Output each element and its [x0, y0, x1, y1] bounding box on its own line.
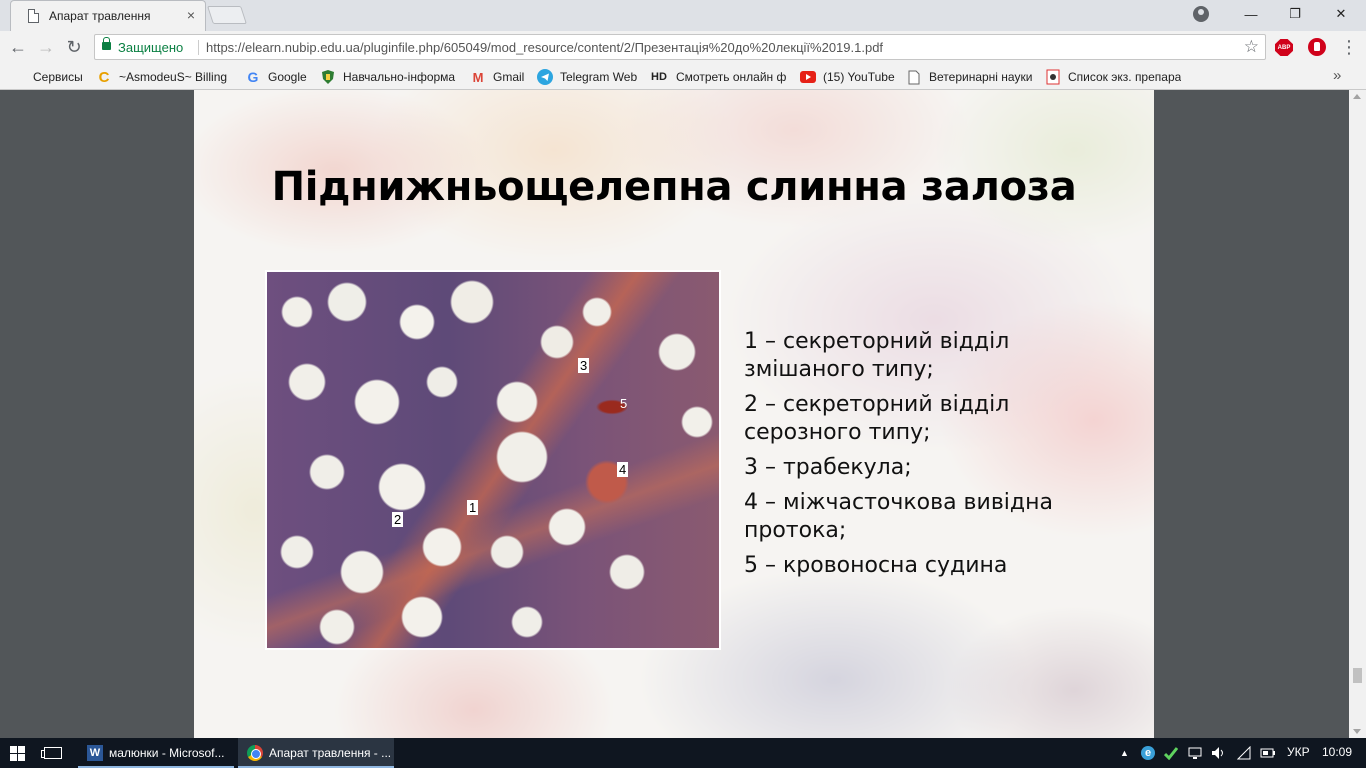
- minimize-button[interactable]: —: [1228, 2, 1274, 26]
- bookmark-label: Навчально-інформа: [343, 70, 456, 84]
- restore-button[interactable]: ❐: [1272, 2, 1318, 26]
- vertical-scrollbar[interactable]: [1349, 90, 1366, 738]
- page-icon: [906, 69, 922, 85]
- bookmark-billing[interactable]: C ~AsmodeuS~ Billing: [96, 68, 232, 86]
- url-text[interactable]: https://elearn.nubip.edu.ua/pluginfile.p…: [206, 40, 883, 55]
- bookmark-label: (15) YouTube: [823, 70, 895, 84]
- volume-icon[interactable]: [1211, 746, 1225, 760]
- clock[interactable]: 10:09: [1322, 745, 1352, 759]
- legend-item: 3 – трабекула;: [744, 455, 912, 480]
- language-indicator[interactable]: УКР: [1287, 745, 1310, 759]
- browser-tab[interactable]: Апарат травлення ×: [10, 0, 206, 31]
- checkmark-tray-icon[interactable]: [1163, 746, 1179, 761]
- shield-icon: [320, 69, 336, 85]
- address-bar[interactable]: Защищено https://elearn.nubip.edu.ua/plu…: [94, 34, 1266, 60]
- bookmarks-more-icon[interactable]: »: [1333, 67, 1341, 84]
- chrome-icon: [247, 745, 263, 761]
- bookmark-label: Google: [268, 70, 307, 84]
- taskbar-item-label: малюнки - Microsof...: [109, 746, 225, 760]
- bookmarks-bar: Сервисы C ~AsmodeuS~ Billing G Google На…: [0, 63, 1366, 90]
- new-tab-button[interactable]: [207, 6, 247, 24]
- apps-icon: [10, 69, 26, 85]
- browser-menu-icon[interactable]: ⋮: [1340, 38, 1358, 56]
- task-view-icon[interactable]: [41, 747, 62, 759]
- tab-title: Апарат травлення: [49, 9, 151, 23]
- slide-page: Піднижньощелепна слинна залоза 1 2 3 4 5…: [194, 90, 1154, 738]
- scroll-thumb[interactable]: [1353, 668, 1362, 683]
- bookmark-label: Список экз. препара: [1068, 70, 1181, 84]
- back-button[interactable]: ←: [6, 35, 30, 59]
- bookmark-label: Ветеринарні науки: [929, 70, 1033, 84]
- windows-taskbar: W малюнки - Microsof... Апарат травлення…: [0, 738, 1366, 768]
- bookmark-label: ~AsmodeuS~ Billing: [119, 70, 228, 84]
- taskbar-item-label: Апарат травлення - ...: [269, 746, 392, 760]
- legend-item: 4 – міжчасточкова вивідна протока;: [744, 490, 1053, 543]
- google-icon: G: [247, 69, 259, 85]
- legend-item: 5 – кровоносна судина: [744, 553, 1008, 578]
- bookmark-exam-list[interactable]: Список экз. препара: [1045, 68, 1181, 86]
- lock-icon: [102, 37, 111, 50]
- micrograph-label-4: 4: [617, 462, 629, 477]
- omnibox-divider: [198, 40, 199, 55]
- bookmark-veterinary[interactable]: Ветеринарні науки: [906, 68, 1036, 86]
- bookmark-star-icon[interactable]: ☆: [1244, 37, 1259, 57]
- tray-chevron-icon[interactable]: ▲: [1120, 748, 1129, 758]
- wifi-icon[interactable]: [1236, 745, 1251, 760]
- tab-close-icon[interactable]: ×: [187, 7, 195, 23]
- gmail-icon: M: [472, 69, 484, 85]
- bookmark-label: Telegram Web: [560, 70, 638, 84]
- bookmark-google[interactable]: G Google: [245, 68, 315, 86]
- close-window-button[interactable]: ✕: [1318, 2, 1364, 26]
- bookmark-navchalno[interactable]: Навчально-інформа: [320, 68, 456, 86]
- bookmark-label: Сервисы: [33, 70, 83, 84]
- battery-icon[interactable]: [1260, 746, 1276, 760]
- browser-toolbar: ← → ↻ Защищено https://elearn.nubip.edu.…: [0, 31, 1366, 63]
- bookmark-telegram[interactable]: Telegram Web: [537, 68, 642, 86]
- edge-tray-icon[interactable]: e: [1141, 746, 1155, 760]
- profile-icon[interactable]: [1193, 6, 1209, 22]
- windows-start-icon[interactable]: [10, 746, 25, 761]
- legend-item: 2 – секреторний відділ серозного типу;: [744, 392, 1010, 445]
- histology-micrograph: 1 2 3 4 5: [265, 270, 721, 650]
- network-tray-icon[interactable]: [1188, 746, 1202, 760]
- micrograph-label-5: 5: [620, 396, 628, 411]
- forward-button[interactable]: →: [34, 35, 58, 59]
- bookmark-label: Gmail: [493, 70, 525, 84]
- docs-icon: [1045, 69, 1061, 85]
- page-icon: [28, 9, 39, 23]
- micrograph-label-3: 3: [578, 358, 590, 373]
- pdf-viewer[interactable]: Піднижньощелепна слинна залоза 1 2 3 4 5…: [0, 90, 1366, 738]
- secure-label: Защищено: [118, 40, 184, 55]
- scroll-down-icon[interactable]: [1353, 729, 1361, 734]
- stop-hand-icon[interactable]: [1308, 38, 1326, 56]
- bookmark-gmail[interactable]: M Gmail: [470, 68, 530, 86]
- adblock-plus-icon[interactable]: ABP: [1275, 39, 1293, 56]
- hd-icon: HD: [651, 71, 667, 83]
- micrograph-label-1: 1: [467, 500, 479, 515]
- slide-legend: 1 – секреторний відділ змішаного типу; 2…: [744, 328, 1124, 587]
- scroll-up-icon[interactable]: [1353, 94, 1361, 99]
- reload-button[interactable]: ↻: [62, 35, 86, 59]
- billing-icon: C: [98, 68, 110, 86]
- slide-title: Піднижньощелепна слинна залоза: [271, 164, 1077, 210]
- tab-strip: Апарат травлення × — ❐ ✕: [0, 0, 1366, 31]
- micrograph-label-2: 2: [392, 512, 404, 527]
- bookmark-hd-films[interactable]: HD Смотреть онлайн фі: [649, 68, 787, 86]
- word-icon: W: [87, 745, 103, 761]
- legend-item: 1 – секреторний відділ змішаного типу;: [744, 329, 1010, 382]
- bookmark-services[interactable]: Сервисы: [10, 68, 90, 86]
- telegram-icon: [537, 69, 553, 85]
- bookmark-youtube[interactable]: (15) YouTube: [800, 68, 900, 86]
- taskbar-item-chrome[interactable]: Апарат травлення - ...: [238, 738, 394, 768]
- youtube-icon: [800, 69, 816, 85]
- taskbar-item-word[interactable]: W малюнки - Microsof...: [78, 738, 234, 768]
- bookmark-label: Смотреть онлайн фі: [676, 70, 787, 84]
